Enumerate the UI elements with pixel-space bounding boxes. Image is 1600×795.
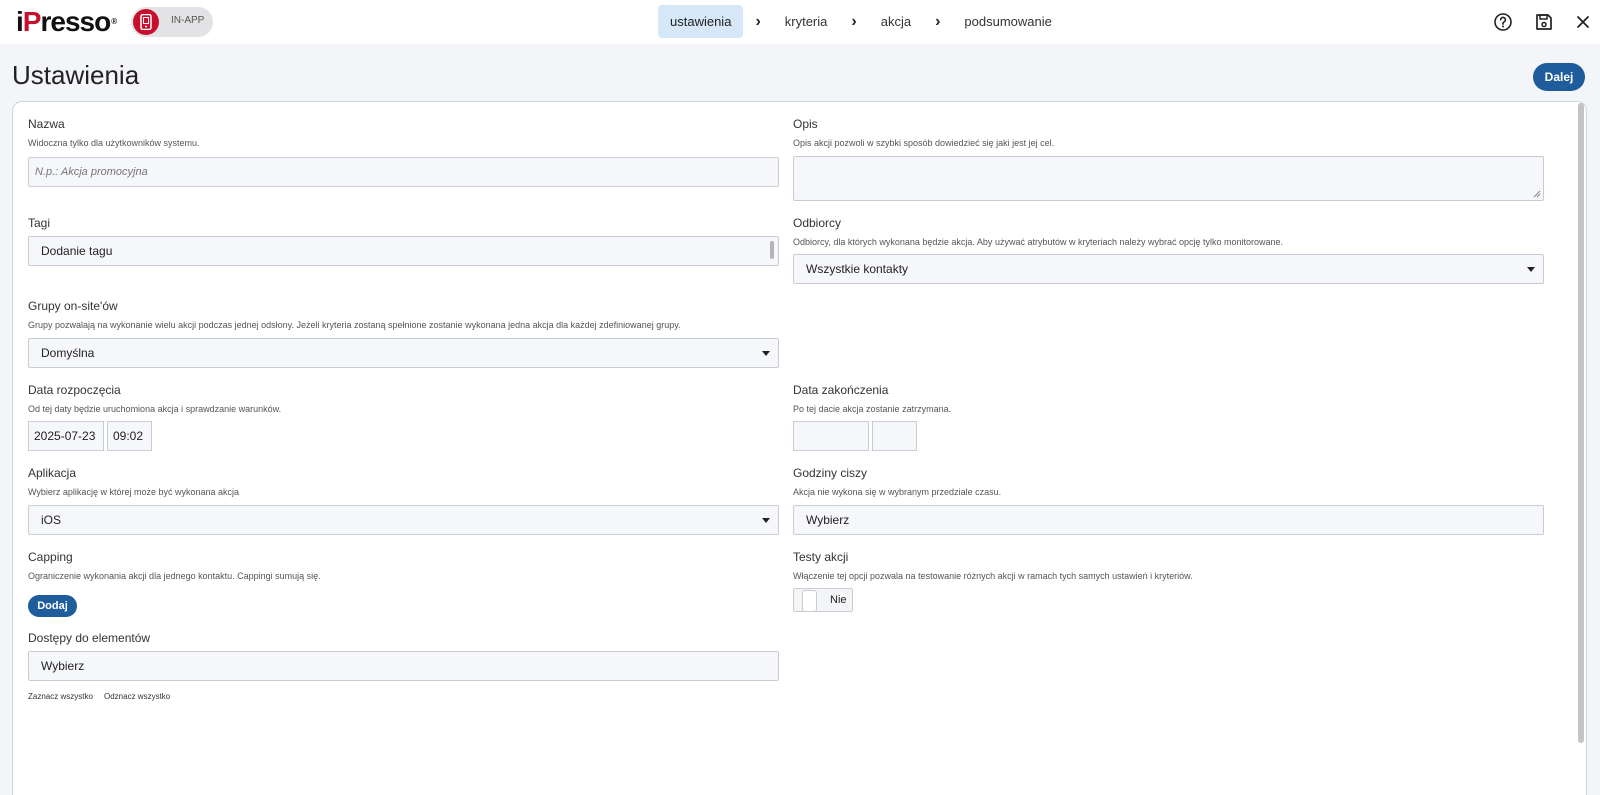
tags-input-value: Dodanie tagu — [41, 244, 113, 258]
caret-down-icon — [762, 351, 770, 356]
start-time-input[interactable]: 09:02 — [107, 421, 152, 451]
name-label: Nazwa — [28, 117, 65, 131]
onsite-groups-label: Grupy on-site'ów — [28, 299, 118, 313]
start-date-input[interactable]: 2025-07-23 — [28, 421, 104, 451]
chevron-right-icon: › — [935, 13, 941, 30]
caret-down-icon — [1527, 267, 1535, 272]
recipients-label: Odbiorcy — [793, 216, 842, 230]
step-action[interactable]: akcja — [869, 5, 923, 38]
end-date-label: Data zakończenia — [793, 383, 889, 397]
step-settings[interactable]: ustawienia — [658, 5, 744, 38]
ipresso-logo: iPresso® — [16, 6, 117, 37]
application-select[interactable]: iOS — [28, 505, 779, 535]
action-tests-toggle[interactable]: Nie — [793, 588, 853, 612]
channel-badge-label: IN-APP — [171, 15, 205, 26]
description-hint: Opis akcji pozwoli w szybki sposób dowie… — [793, 138, 1055, 148]
channel-badge: IN-APP — [131, 7, 213, 37]
scrollbar-thumb[interactable] — [1578, 103, 1584, 743]
description-label: Opis — [793, 117, 818, 131]
action-tests-label: Testy akcji — [793, 550, 849, 564]
name-input[interactable] — [28, 157, 779, 187]
quiet-hours-hint: Akcja nie wykona się w wybranym przedzia… — [793, 487, 1002, 497]
end-time-input[interactable] — [872, 421, 917, 451]
toggle-knob — [802, 590, 817, 612]
resize-grip-icon[interactable] — [1533, 190, 1541, 198]
onsite-groups-select[interactable]: Domyślna — [28, 338, 779, 368]
start-date-label: Data rozpoczęcia — [28, 383, 121, 397]
caret-down-icon — [762, 518, 770, 523]
end-date-hint: Po tej dacie akcja zostanie zatrzymana. — [793, 404, 952, 414]
wizard-steps: ustawienia › kryteria › akcja › podsumow… — [658, 5, 1064, 38]
onsite-groups-hint: Grupy pozwalają na wykonanie wielu akcji… — [28, 320, 681, 330]
recipients-select[interactable]: Wszystkie kontakty — [793, 254, 1544, 284]
recipients-hint: Odbiorcy, dla których wykonana będzie ak… — [793, 237, 1284, 247]
name-hint: Widoczna tylko dla użytkowników systemu. — [28, 138, 200, 148]
quiet-hours-select[interactable]: Wybierz — [793, 505, 1544, 535]
application-select-value: iOS — [41, 513, 62, 527]
description-textarea[interactable] — [793, 156, 1544, 201]
chevron-right-icon: › — [755, 13, 761, 30]
deselect-all-link[interactable]: Odznacz wszystko — [104, 692, 170, 701]
tags-input[interactable]: Dodanie tagu — [28, 236, 779, 266]
chevron-right-icon: › — [851, 13, 857, 30]
start-date-hint: Od tej daty będzie uruchomiona akcja i s… — [28, 404, 282, 414]
recipients-select-value: Wszystkie kontakty — [806, 262, 909, 276]
application-label: Aplikacja — [28, 466, 77, 480]
save-icon[interactable] — [1534, 12, 1554, 32]
next-button[interactable]: Dalej — [1533, 63, 1585, 91]
capping-label: Capping — [28, 550, 73, 564]
close-icon[interactable] — [1573, 12, 1593, 32]
onsite-groups-select-value: Domyślna — [41, 346, 95, 360]
add-capping-button[interactable]: Dodaj — [28, 595, 77, 617]
action-tests-toggle-label: Nie — [830, 594, 847, 606]
action-tests-hint: Włączenie tej opcji pozwala na testowani… — [793, 571, 1193, 581]
tags-scrollbar[interactable] — [770, 241, 774, 259]
help-icon[interactable] — [1493, 12, 1513, 32]
end-date-input[interactable] — [793, 421, 869, 451]
select-all-link[interactable]: Zaznacz wszystko — [28, 692, 93, 701]
application-hint: Wybierz aplikację w której może być wyko… — [28, 487, 240, 497]
step-summary[interactable]: podsumowanie — [952, 5, 1063, 38]
element-access-select[interactable]: Wybierz — [28, 651, 779, 681]
capping-hint: Ograniczenie wykonania akcji dla jednego… — [28, 571, 321, 581]
mobile-phone-icon — [133, 9, 159, 35]
step-criteria[interactable]: kryteria — [773, 5, 840, 38]
page-title: Ustawienia — [12, 60, 140, 90]
quiet-hours-label: Godziny ciszy — [793, 466, 868, 480]
element-access-label: Dostępy do elementów — [28, 631, 151, 645]
top-bar: iPresso® IN-APP ustawienia › kryteria › … — [0, 0, 1600, 44]
tags-label: Tagi — [28, 216, 51, 230]
